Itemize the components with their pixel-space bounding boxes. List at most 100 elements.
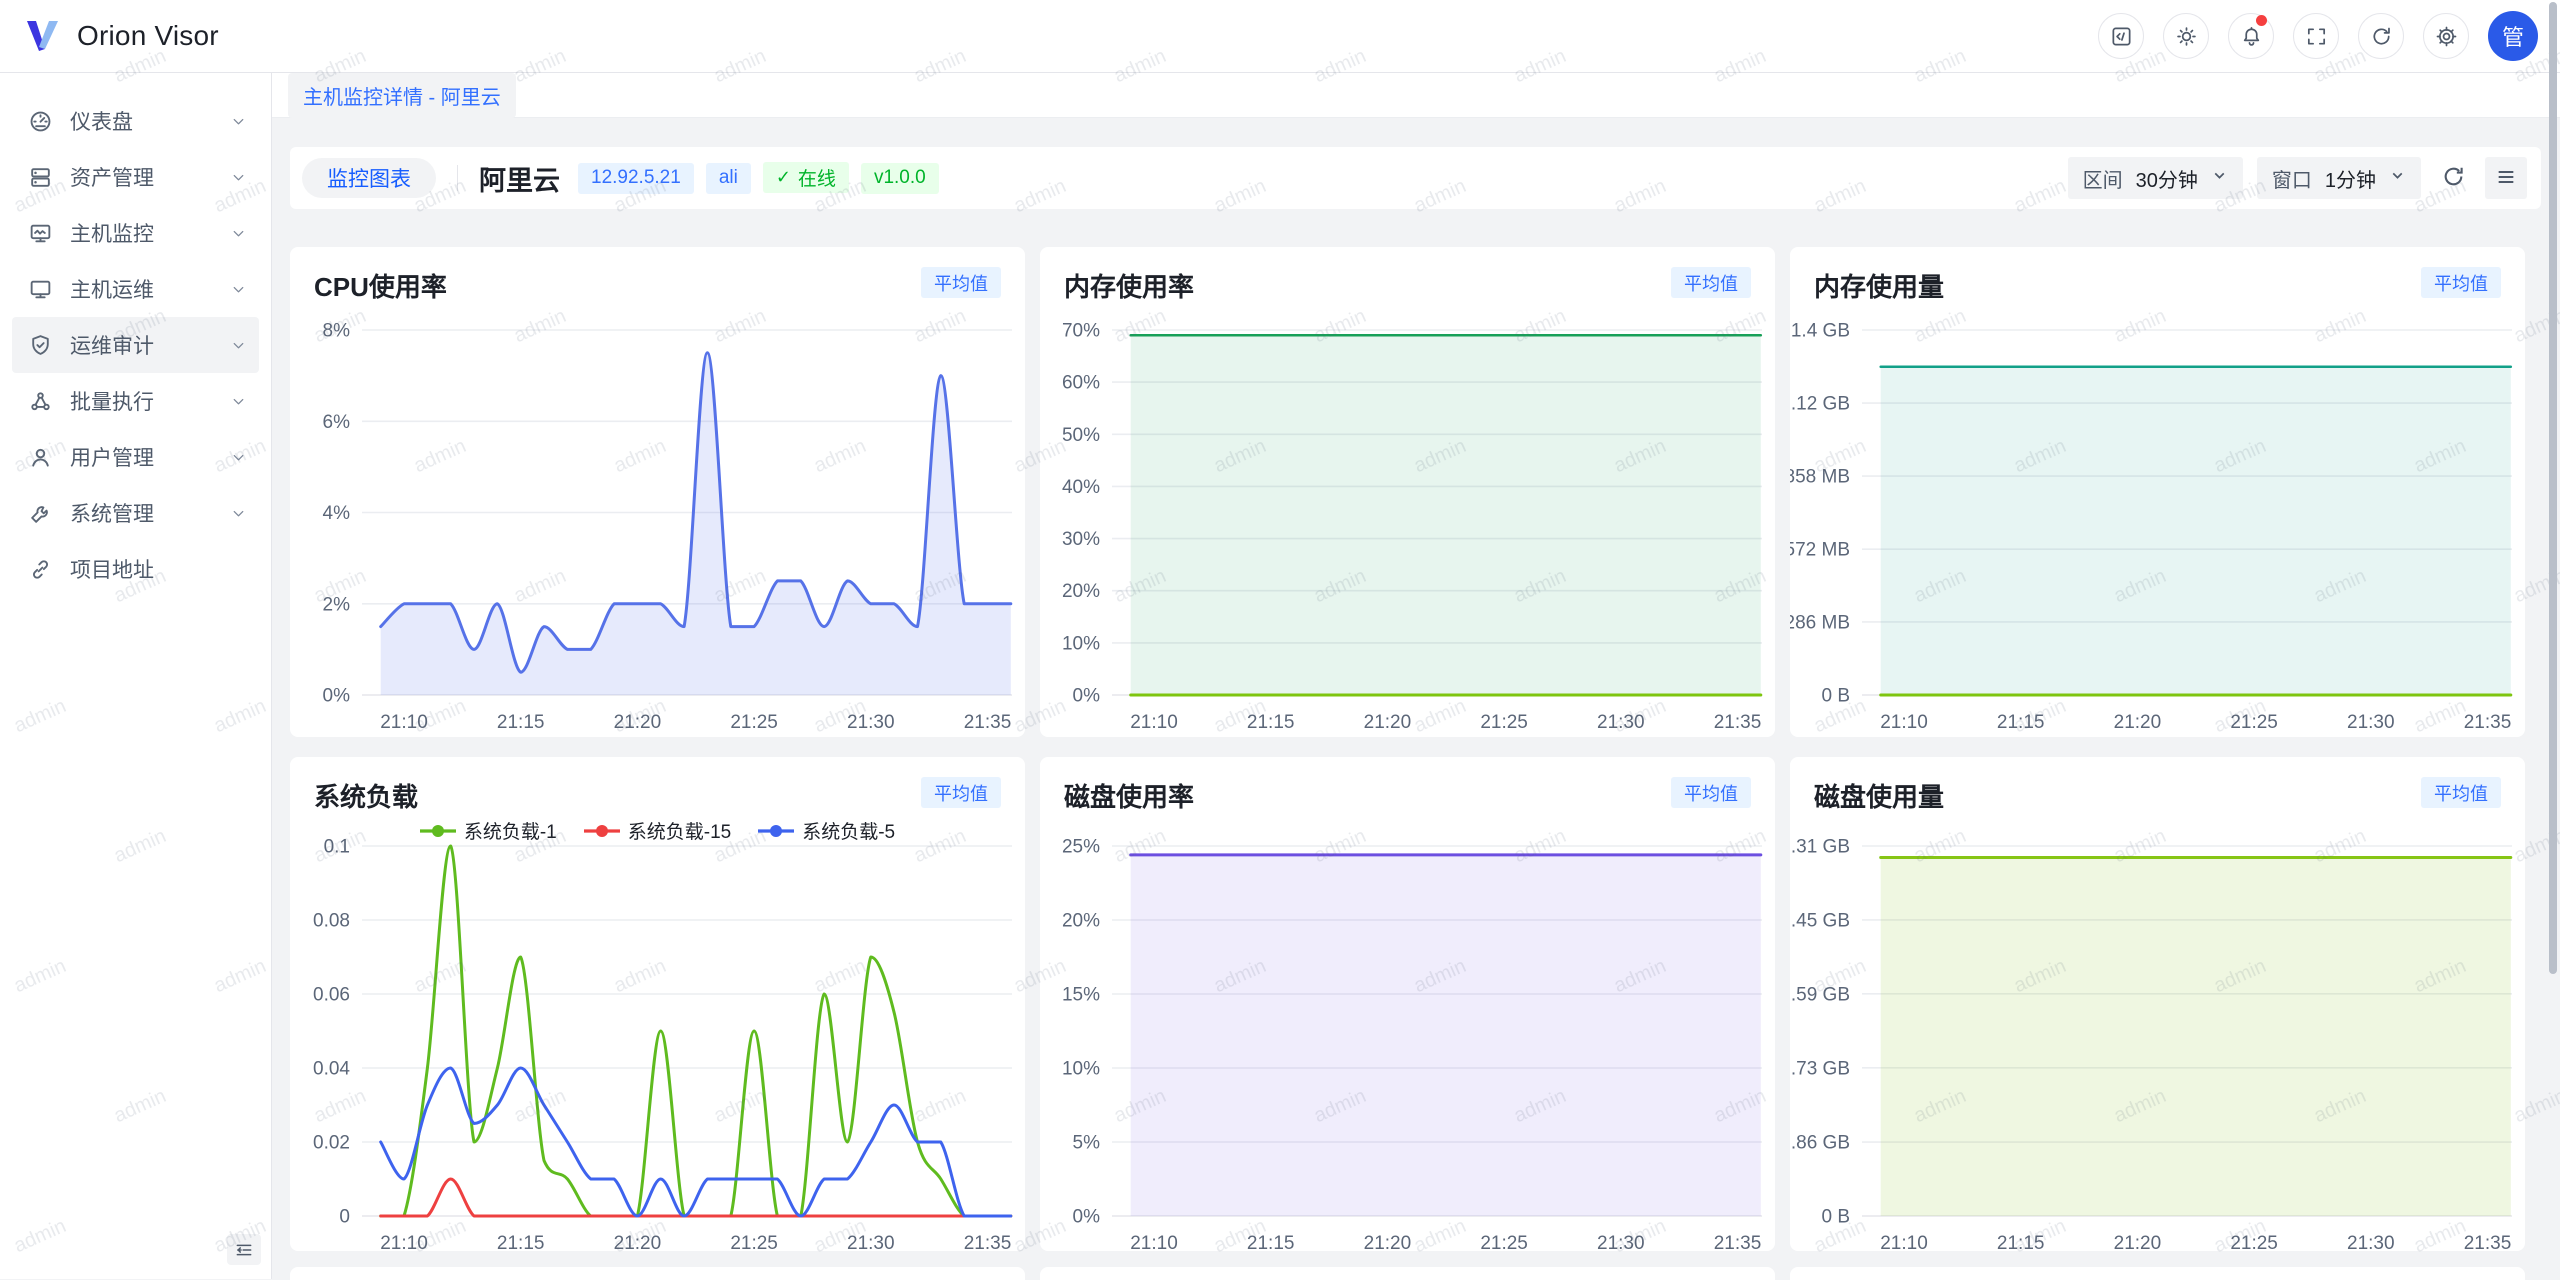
svg-text:60%: 60%: [1062, 373, 1100, 394]
divider: [457, 165, 458, 191]
main-area: 主机监控详情 - 阿里云 监控图表 阿里云 12.92.5.21ali✓在线v1…: [272, 73, 2560, 1279]
svg-text:21:15: 21:15: [1997, 712, 2045, 733]
svg-text:21:15: 21:15: [1997, 1233, 2045, 1251]
svg-text:1.86 GB: 1.86 GB: [1790, 1133, 1850, 1154]
host-tag: v1.0.0: [861, 163, 939, 194]
charts-grid: CPU使用率平均值0%2%4%6%8%21:1021:1521:2021:252…: [290, 247, 2541, 1251]
svg-text:21:10: 21:10: [1880, 712, 1928, 733]
monitor-chart-tab[interactable]: 监控图表: [302, 158, 436, 198]
legend-item[interactable]: 系统负载-1: [420, 817, 557, 844]
sidebar-item-label: 仪表盘: [70, 106, 230, 136]
scrollbar-thumb[interactable]: [2549, 2, 2557, 974]
sidebar-item-8[interactable]: 系统管理: [12, 485, 259, 541]
chart-title: CPU使用率: [314, 267, 447, 304]
sidebar: 仪表盘资产管理主机监控主机运维运维审计批量执行用户管理系统管理项目地址: [0, 73, 272, 1279]
chart-config-button[interactable]: [2485, 157, 2527, 199]
assets-server-icon: [28, 165, 53, 190]
svg-text:15%: 15%: [1062, 985, 1100, 1006]
host-tag: ✓在线: [763, 162, 849, 193]
legend-marker-icon: [420, 824, 456, 838]
svg-text:0: 0: [339, 1207, 350, 1228]
sidebar-item-9[interactable]: 项目地址: [12, 541, 259, 597]
orion-visor-logo-icon: [22, 17, 64, 55]
system-wrench-icon: [28, 501, 53, 526]
svg-text:21:30: 21:30: [847, 1233, 895, 1251]
chart-title: 磁盘使用量: [1814, 777, 1944, 814]
average-badge: 平均值: [2421, 267, 2501, 298]
svg-text:21:30: 21:30: [2347, 1233, 2395, 1251]
dashboard-gauge-icon: [28, 109, 53, 134]
svg-text:21:10: 21:10: [380, 1233, 428, 1251]
window-select-label: 窗口: [2272, 164, 2312, 193]
refresh-icon: [2441, 164, 2466, 192]
sidebar-item-3[interactable]: 主机监控: [12, 205, 259, 261]
notification-bell-button[interactable]: [2228, 13, 2274, 59]
svg-text:0.08: 0.08: [313, 911, 350, 932]
breadcrumb-bar: 主机监控详情 - 阿里云: [272, 73, 2560, 118]
svg-text:1.12 GB: 1.12 GB: [1790, 394, 1850, 415]
svg-text:9.31 GB: 9.31 GB: [1790, 837, 1850, 858]
page-scrollbar[interactable]: [2546, 0, 2560, 1279]
user-avatar[interactable]: 管: [2488, 11, 2538, 61]
磁盘使用率-chart: 0%5%10%15%20%25%21:1021:1521:2021:2521:3…: [1040, 757, 1775, 1251]
legend-item[interactable]: 系统负载-5: [758, 817, 895, 844]
average-badge: 平均值: [1671, 777, 1751, 808]
svg-text:21:10: 21:10: [1130, 712, 1178, 733]
chart-card-1: CPU使用率平均值0%2%4%6%8%21:1021:1521:2021:252…: [290, 247, 1025, 737]
code-square-button[interactable]: [2098, 13, 2144, 59]
range-select[interactable]: 区间 30分钟: [2068, 157, 2243, 199]
host-tag: ali: [706, 163, 751, 194]
svg-text:8%: 8%: [323, 321, 351, 342]
sidebar-item-6[interactable]: 批量执行: [12, 373, 259, 429]
chart-refresh-button[interactable]: [2435, 160, 2471, 196]
chevron-down-icon: [230, 225, 247, 242]
batch-exec-icon: [28, 389, 53, 414]
svg-text:21:15: 21:15: [497, 712, 545, 733]
refresh-button[interactable]: [2358, 13, 2404, 59]
average-badge: 平均值: [1671, 267, 1751, 298]
window-select[interactable]: 窗口 1分钟: [2257, 157, 2421, 199]
chevron-down-icon: [230, 505, 247, 522]
sidebar-item-4[interactable]: 主机运维: [12, 261, 259, 317]
sidebar-item-7[interactable]: 用户管理: [12, 429, 259, 485]
sidebar-item-5[interactable]: 运维审计: [12, 317, 259, 373]
svg-text:7.45 GB: 7.45 GB: [1790, 910, 1850, 931]
sidebar-item-1[interactable]: 仪表盘: [12, 93, 259, 149]
svg-text:50%: 50%: [1062, 425, 1100, 446]
breadcrumb[interactable]: 主机监控详情 - 阿里云: [288, 73, 516, 118]
legend-item[interactable]: 系统负载-15: [584, 817, 731, 844]
svg-text:40%: 40%: [1062, 477, 1100, 498]
sidebar-item-label: 系统管理: [70, 498, 230, 528]
code-square-icon: [2110, 25, 2133, 48]
svg-text:21:25: 21:25: [730, 1233, 778, 1251]
sidebar-item-label: 批量执行: [70, 386, 230, 416]
svg-text:21:10: 21:10: [1130, 1233, 1178, 1251]
chart-title: 系统负载: [314, 777, 418, 814]
svg-text:5.59 GB: 5.59 GB: [1790, 984, 1850, 1005]
svg-text:25%: 25%: [1062, 837, 1100, 858]
peek-card: [1790, 1267, 2525, 1280]
svg-text:30%: 30%: [1062, 529, 1100, 550]
host-name: 阿里云: [479, 159, 560, 198]
svg-text:21:15: 21:15: [1247, 1233, 1295, 1251]
sidebar-item-2[interactable]: 资产管理: [12, 149, 259, 205]
svg-text:0.06: 0.06: [313, 985, 350, 1006]
chart-title: 磁盘使用率: [1064, 777, 1194, 814]
user-icon: [28, 445, 53, 470]
svg-text:21:20: 21:20: [614, 712, 662, 733]
svg-text:0%: 0%: [1073, 686, 1101, 707]
svg-text:0.02: 0.02: [313, 1133, 350, 1154]
legend-marker-icon: [758, 824, 794, 838]
chevron-down-icon: [230, 337, 247, 354]
settings-gear-button[interactable]: [2423, 13, 2469, 59]
fullscreen-button[interactable]: [2293, 13, 2339, 59]
svg-text:0%: 0%: [323, 686, 351, 707]
svg-text:21:25: 21:25: [2230, 712, 2278, 733]
brand-name: Orion Visor: [77, 20, 219, 52]
theme-sun-button[interactable]: [2163, 13, 2209, 59]
collapse-sidebar-button[interactable]: [227, 1234, 261, 1265]
svg-text:3.73 GB: 3.73 GB: [1790, 1058, 1850, 1079]
svg-text:70%: 70%: [1062, 321, 1100, 342]
audit-shield-icon: [28, 333, 53, 358]
svg-text:286 MB: 286 MB: [1790, 612, 1850, 633]
